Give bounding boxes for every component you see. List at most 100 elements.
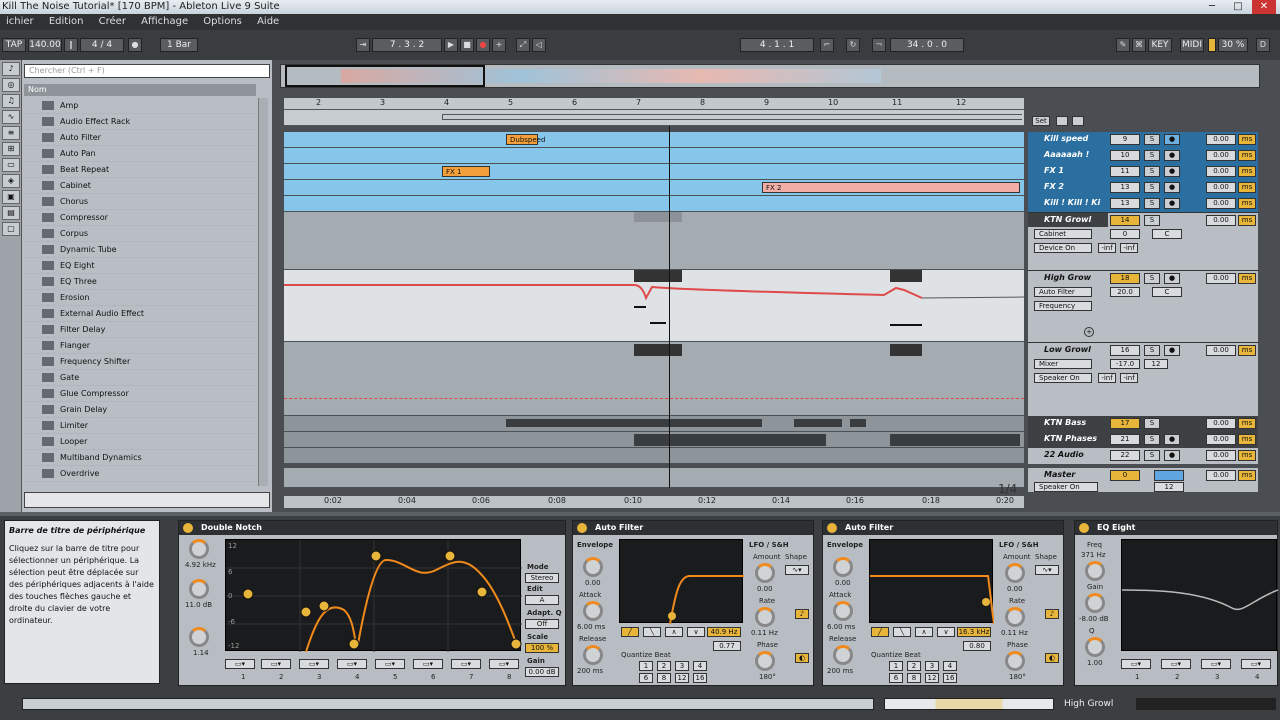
- close-button[interactable]: ✕: [1252, 0, 1276, 14]
- track-name[interactable]: FX 2: [1028, 180, 1108, 194]
- quantize-16[interactable]: 16: [693, 673, 707, 683]
- track-volume[interactable]: 0.00: [1206, 273, 1236, 284]
- arm-button[interactable]: ●: [1164, 182, 1180, 193]
- record-button[interactable]: ●: [476, 38, 490, 52]
- filter-type-highpass[interactable]: ╲: [893, 627, 911, 637]
- sounds-icon[interactable]: ♪: [2, 62, 20, 76]
- track-lane[interactable]: [284, 416, 1024, 432]
- phase-mode-icon[interactable]: ◐: [795, 653, 809, 663]
- solo-button[interactable]: S: [1144, 450, 1160, 461]
- filter-type-lowpass[interactable]: ╱: [621, 627, 639, 637]
- gain-knob[interactable]: [1085, 593, 1105, 613]
- rate-sync-icon[interactable]: ♪: [795, 609, 809, 619]
- scrub-area[interactable]: [284, 110, 1024, 126]
- track-volume[interactable]: 0.00: [1206, 134, 1236, 145]
- list-item[interactable]: Compressor: [24, 210, 256, 226]
- track-volume[interactable]: 0.00: [1206, 182, 1236, 193]
- filter-type-6[interactable]: ▭▾: [413, 659, 443, 669]
- eq-display[interactable]: [1121, 539, 1279, 651]
- rate-sync-icon[interactable]: ♪: [1045, 609, 1059, 619]
- cue-button[interactable]: [1154, 470, 1184, 481]
- quantize-8[interactable]: 8: [907, 673, 921, 683]
- track-name[interactable]: High Grow: [1028, 271, 1108, 285]
- power-icon[interactable]: [1079, 523, 1089, 533]
- solo-button[interactable]: S: [1144, 345, 1160, 356]
- list-item[interactable]: Cabinet: [24, 178, 256, 194]
- filter-type-bandpass[interactable]: ∧: [665, 627, 683, 637]
- solo-button[interactable]: S: [1144, 273, 1160, 284]
- parameter-chooser[interactable]: Frequency: [1034, 301, 1092, 311]
- filter-type-notch[interactable]: ∨: [687, 627, 705, 637]
- clip-block[interactable]: [794, 419, 842, 427]
- clip[interactable]: Dubspeed: [506, 134, 545, 145]
- clip-block[interactable]: [506, 419, 762, 427]
- device-title-bar[interactable]: EQ Eight: [1075, 521, 1277, 535]
- clip-block[interactable]: [890, 434, 1020, 446]
- clip-block[interactable]: [634, 212, 682, 222]
- track-header[interactable]: High Grow 18 S ● 0.00 ms Auto Filter 20.…: [1028, 270, 1258, 342]
- track-name[interactable]: Low Growl: [1028, 343, 1108, 357]
- chain-value[interactable]: 12: [1144, 359, 1168, 369]
- chain-value[interactable]: -17.0: [1110, 359, 1140, 369]
- automation-curve[interactable]: [284, 270, 1024, 342]
- back-to-arrangement-icon[interactable]: ◁: [532, 38, 546, 52]
- midi-note[interactable]: [634, 306, 646, 308]
- eq-display[interactable]: 12 6 0 -6 -12: [225, 539, 522, 653]
- track-activator[interactable]: 21: [1110, 434, 1140, 445]
- quantize-6[interactable]: 6: [889, 673, 903, 683]
- output-chooser[interactable]: Speaker On: [1034, 482, 1098, 492]
- arm-button[interactable]: ●: [1164, 450, 1180, 461]
- track-header[interactable]: Low Growl 16 S ● 0.00 ms Mixer -17.0 12 …: [1028, 342, 1258, 416]
- browser-column-header[interactable]: Nom: [24, 84, 256, 96]
- arm-button[interactable]: ●: [1164, 150, 1180, 161]
- list-item[interactable]: EQ Three: [24, 274, 256, 290]
- power-icon[interactable]: [577, 523, 587, 533]
- freq-knob[interactable]: [189, 539, 209, 559]
- list-item[interactable]: Gate: [24, 370, 256, 386]
- track-name[interactable]: KTN Phases: [1028, 432, 1108, 446]
- arm-button[interactable]: ●: [1164, 434, 1180, 445]
- midi-note[interactable]: [890, 324, 922, 326]
- list-item[interactable]: Filter Delay: [24, 322, 256, 338]
- filter-type-5[interactable]: ▭▾: [375, 659, 405, 669]
- master-lane[interactable]: [284, 468, 1024, 488]
- parameter-chooser[interactable]: Device On: [1034, 243, 1092, 253]
- stop-button[interactable]: ■: [460, 38, 474, 52]
- track-lane[interactable]: [284, 342, 1024, 416]
- mini-overview[interactable]: [1136, 698, 1276, 710]
- quantize-2[interactable]: 2: [657, 661, 671, 671]
- track-activator[interactable]: 11: [1110, 166, 1140, 177]
- quantize-1[interactable]: 1: [889, 661, 903, 671]
- list-item[interactable]: Amp: [24, 98, 256, 114]
- list-item[interactable]: Corpus: [24, 226, 256, 242]
- quantization-menu[interactable]: 1 Bar: [160, 38, 198, 52]
- vertical-scrollbar[interactable]: [1264, 90, 1276, 510]
- chain-inf-value[interactable]: -inf: [1120, 373, 1138, 383]
- clip-block[interactable]: [890, 344, 922, 356]
- solo-button[interactable]: S: [1144, 166, 1160, 177]
- filter-display[interactable]: [869, 539, 995, 625]
- phase-knob[interactable]: [1005, 651, 1025, 671]
- quantize-12[interactable]: 12: [675, 673, 689, 683]
- list-item[interactable]: Looper: [24, 434, 256, 450]
- menu-view[interactable]: Affichage: [141, 16, 188, 27]
- clips-icon[interactable]: ▭: [2, 158, 20, 172]
- arrangement-position[interactable]: 7 . 3 . 2: [372, 38, 442, 52]
- release-knob[interactable]: [583, 645, 603, 665]
- list-item[interactable]: Grain Delay: [24, 402, 256, 418]
- scale-field[interactable]: 100 %: [525, 643, 559, 653]
- set-locator-button[interactable]: Set: [1032, 116, 1050, 126]
- filter-type-bandpass[interactable]: ∧: [915, 627, 933, 637]
- track-lane[interactable]: [284, 148, 1024, 164]
- filter-type-3[interactable]: ▭▾: [1201, 659, 1231, 669]
- automation-line[interactable]: [284, 398, 1024, 399]
- freq-field[interactable]: 16.3 kHz: [957, 627, 991, 637]
- clip[interactable]: FX 2: [762, 182, 1020, 193]
- track-lane[interactable]: [284, 212, 1024, 270]
- q-knob[interactable]: [1085, 637, 1105, 657]
- envelope-knob[interactable]: [583, 557, 603, 577]
- filter-type-7[interactable]: ▭▾: [451, 659, 481, 669]
- rate-knob[interactable]: [755, 607, 775, 627]
- filter-type-4[interactable]: ▭▾: [337, 659, 367, 669]
- solo-button[interactable]: S: [1144, 215, 1160, 226]
